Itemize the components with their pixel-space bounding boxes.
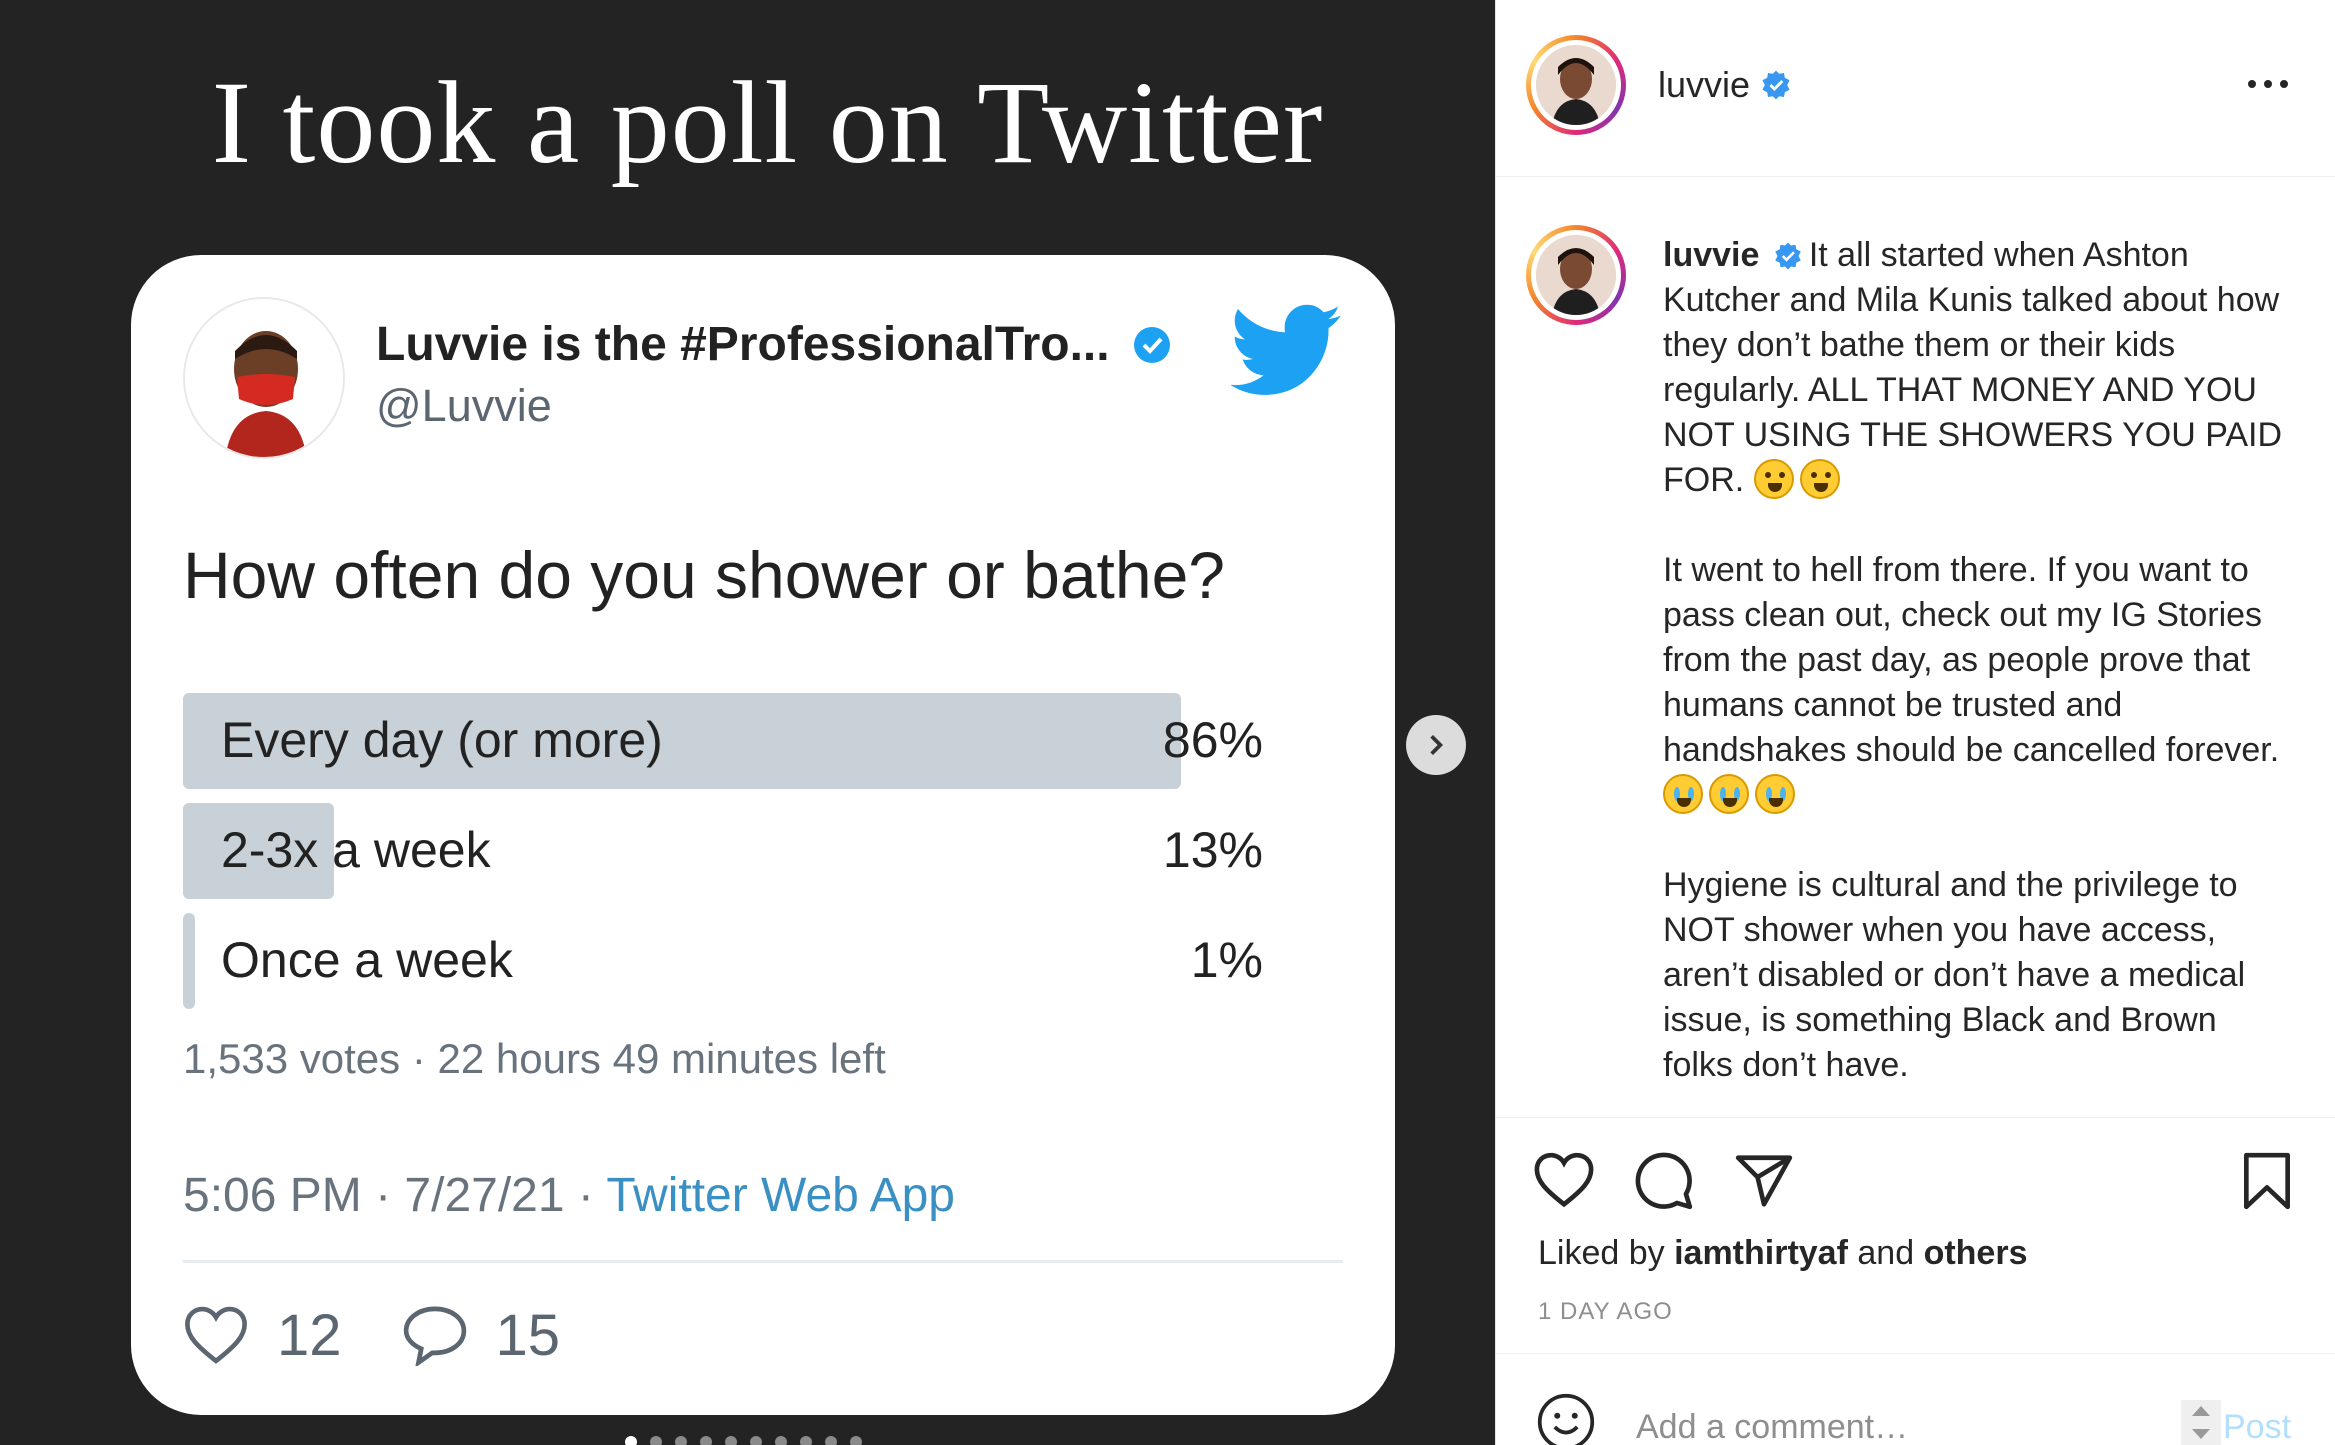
tweet-source-app: Twitter Web App <box>606 1169 955 1222</box>
emoji-button[interactable] <box>1536 1392 1596 1445</box>
tired-face-emoji-icon <box>1753 459 1794 499</box>
poll-option-label: Every day (or more) <box>221 712 663 768</box>
carousel-dots <box>625 1436 862 1445</box>
carousel-next-button[interactable] <box>1406 715 1466 775</box>
poll-option-label: Once a week <box>221 932 513 988</box>
tweet-handle: @Luvvie <box>376 380 552 431</box>
post-comment-button[interactable]: Post <box>2223 1408 2291 1445</box>
share-icon <box>1735 1155 1793 1207</box>
poll-option: Every day (or more) 86% <box>183 693 1313 789</box>
carousel-dot[interactable] <box>650 1436 662 1445</box>
textarea-resize-handle[interactable] <box>2181 1400 2221 1445</box>
heart-icon <box>185 1306 247 1364</box>
more-options-button[interactable] <box>2248 74 2288 94</box>
tweet-stats: 12 15 <box>183 1295 620 1375</box>
share-button[interactable] <box>1733 1150 1795 1212</box>
poll-meta: 1,533 votes · 22 hours 49 minutes left <box>183 1035 886 1082</box>
post-sidebar: luvvie luvvie It all started when Ashton… <box>1495 0 2335 1445</box>
poll-option-percent: 13% <box>1162 822 1263 878</box>
caption-username[interactable]: luvvie <box>1663 236 1759 274</box>
poll-option-label: 2-3x a week <box>221 822 491 878</box>
tweet-avatar <box>183 297 345 459</box>
poll-question: How often do you shower or bathe? <box>183 538 1225 612</box>
carousel-dot[interactable] <box>675 1436 687 1445</box>
liked-by-user-link[interactable]: iamthirtyaf <box>1674 1234 1848 1272</box>
tweet-timestamp: 5:06 PM · 7/27/21 · Twitter Web App <box>183 1168 955 1223</box>
liked-by-and: and <box>1857 1234 1915 1272</box>
more-icon <box>2248 80 2256 88</box>
tweet-divider <box>183 1260 1343 1263</box>
header-username[interactable]: luvvie <box>1658 64 1792 106</box>
header-username-text[interactable]: luvvie <box>1658 64 1750 106</box>
carousel-dot[interactable] <box>700 1436 712 1445</box>
carousel-dot[interactable] <box>800 1436 812 1445</box>
caption-paragraph: luvvie It all started when Ashton Kutche… <box>1663 233 2288 503</box>
liked-by-others-link[interactable]: others <box>1924 1234 2028 1272</box>
twitter-bird-icon <box>1231 304 1342 395</box>
comment-button[interactable] <box>1633 1150 1695 1212</box>
tweet-card: Luvvie is the #ProfessionalTro... @Luvvi… <box>131 255 1395 1415</box>
carousel-dot[interactable] <box>850 1436 862 1445</box>
comment-icon <box>403 1306 466 1366</box>
media-title: I took a poll on Twitter <box>211 57 1324 188</box>
crying-face-emoji-icon <box>1755 774 1795 814</box>
chevron-right-icon <box>1430 734 1444 756</box>
tweet-likes: 12 <box>183 1302 342 1369</box>
verified-icon <box>1775 242 1801 270</box>
tweet-replies: 15 <box>402 1302 561 1369</box>
actions-divider <box>1496 1117 2335 1118</box>
poll-option: 2-3x a week 13% <box>183 803 1313 899</box>
carousel-dot[interactable] <box>775 1436 787 1445</box>
bookmark-button[interactable] <box>2236 1150 2298 1212</box>
poll-bar <box>183 913 195 1009</box>
comment-input[interactable] <box>1636 1402 2176 1445</box>
poll-option-percent: 1% <box>1190 932 1263 988</box>
caption-avatar[interactable] <box>1526 225 1626 325</box>
post-caption: luvvie It all started when Ashton Kutche… <box>1663 233 2288 1133</box>
comment-icon <box>1635 1152 1693 1210</box>
tweet-time-text: 5:06 PM · 7/27/21 · <box>183 1169 607 1222</box>
poll-option-percent: 86% <box>1162 712 1263 768</box>
post-media: I took a poll on Twitter Luvvie is the #… <box>0 0 1495 1445</box>
caption-paragraph: It went to hell from there. If you want … <box>1663 548 2288 818</box>
carousel-dot[interactable] <box>750 1436 762 1445</box>
header-divider <box>1496 176 2335 177</box>
verified-icon <box>1134 327 1170 363</box>
carousel-dot[interactable] <box>625 1436 637 1445</box>
verified-icon <box>1762 70 1790 100</box>
screaming-face-emoji-icon <box>1799 459 1840 499</box>
heart-icon <box>1534 1152 1594 1208</box>
poll-option: Once a week 1% <box>183 913 1313 1009</box>
header-avatar[interactable] <box>1526 35 1626 135</box>
tweet-replies-count: 15 <box>495 1302 561 1368</box>
liked-by-prefix: Liked by <box>1538 1234 1665 1272</box>
tweet-author-name: Luvvie is the #ProfessionalTro... <box>376 318 1110 371</box>
carousel-dot[interactable] <box>825 1436 837 1445</box>
carousel-dot[interactable] <box>725 1436 737 1445</box>
like-button[interactable] <box>1533 1150 1595 1212</box>
caption-text: Hygiene is cultural and the privilege to… <box>1663 866 2246 1084</box>
crying-face-emoji-icon <box>1663 774 1703 814</box>
bookmark-icon <box>2244 1152 2290 1210</box>
comment-divider <box>1496 1353 2335 1354</box>
post-time-ago[interactable]: 1 DAY AGO <box>1538 1298 1673 1326</box>
tweet-likes-count: 12 <box>277 1302 342 1368</box>
caption-paragraph: Hygiene is cultural and the privilege to… <box>1663 863 2288 1088</box>
crying-face-emoji-icon <box>1709 774 1749 814</box>
caption-text: It went to hell from there. If you want … <box>1663 551 2280 769</box>
caption-text: It all started when Ashton Kutcher and M… <box>1663 236 2283 499</box>
liked-by: Liked by iamthirtyaf and others <box>1538 1234 2027 1273</box>
emoji-icon <box>1537 1393 1595 1445</box>
